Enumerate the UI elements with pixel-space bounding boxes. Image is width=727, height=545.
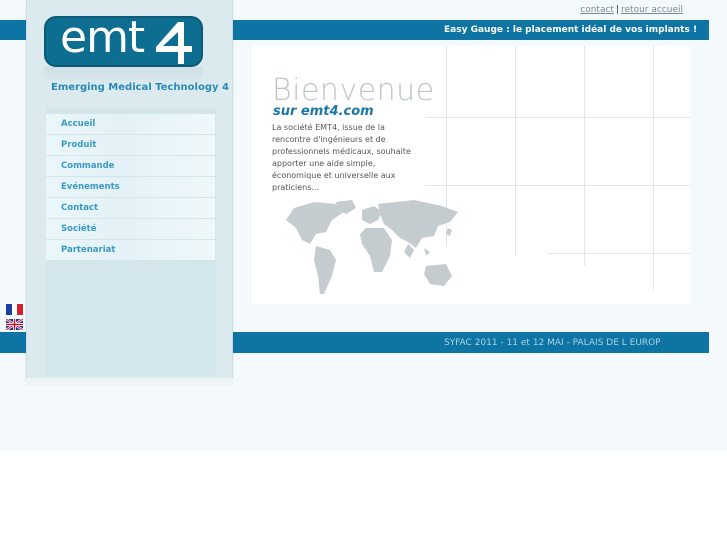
nav-item-evenements[interactable]: Evénements [46, 177, 215, 197]
grid-line [584, 46, 585, 266]
language-switcher [5, 304, 24, 336]
emt4-logo[interactable]: emt [44, 16, 203, 67]
logo-four-icon [156, 22, 192, 64]
grid-line [548, 253, 690, 254]
welcome-title: Bienvenue [272, 73, 435, 108]
main-nav: Accueil Produit Commande Evénements Cont… [46, 114, 215, 261]
nav-item-societe[interactable]: Société [46, 219, 215, 239]
header-tagline: Easy Gauge : le placement idéal de vos i… [444, 25, 698, 35]
grid-line [515, 46, 516, 256]
logo-caption: Emerging Medical Technology 4 [51, 82, 229, 93]
nav-item-accueil[interactable]: Accueil [46, 114, 215, 134]
link-separator: | [615, 5, 619, 15]
grid-line [426, 117, 690, 118]
retour-accueil-link[interactable]: retour accueil [621, 5, 683, 15]
news-ticker[interactable]: SYFAC 2011 - 11 et 12 MAI - PALAIS DE L … [444, 338, 660, 348]
nav-item-contact[interactable]: Contact [46, 198, 215, 218]
flag-fr-icon[interactable] [6, 304, 24, 315]
logo-text: emt [60, 16, 145, 63]
intro-text: La société EMT4, issue de la rencontre d… [272, 123, 411, 192]
nav-item-commande[interactable]: Commande [46, 156, 215, 176]
welcome-subtitle: sur emt4.com [273, 104, 374, 119]
nav-item-partenariat[interactable]: Partenariat [46, 240, 215, 260]
world-map-icon [286, 200, 458, 294]
flag-uk-icon[interactable] [5, 317, 24, 332]
sidebar-base [26, 378, 233, 386]
contact-link[interactable]: contact [580, 5, 614, 15]
nav-item-produit[interactable]: Produit [46, 135, 215, 155]
grid-line [426, 185, 690, 186]
top-links: contact | retour accueil [580, 5, 683, 15]
